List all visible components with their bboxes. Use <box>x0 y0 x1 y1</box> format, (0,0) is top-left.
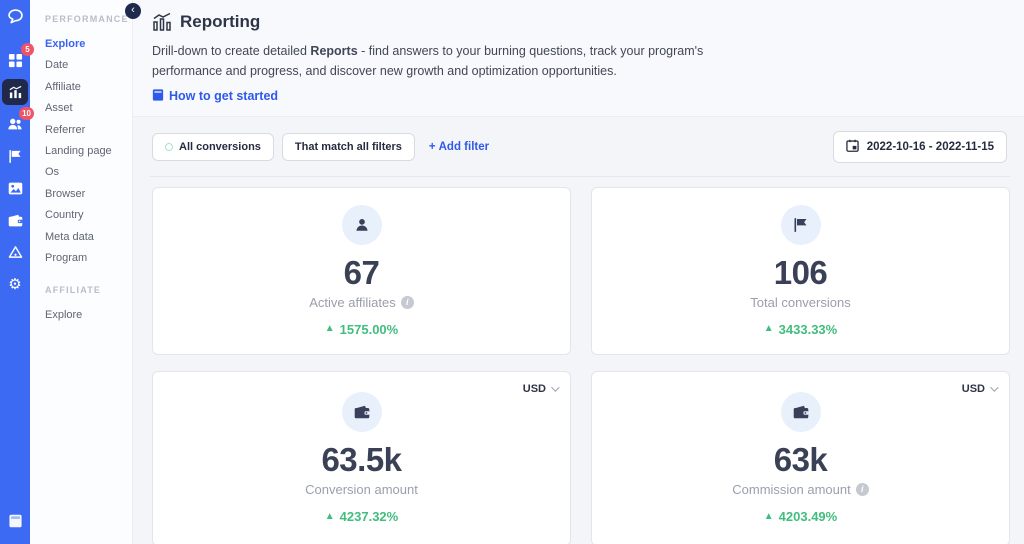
chevron-down-icon <box>990 383 998 391</box>
card-commission-amount: USD 63k Commission amount i ▲ 4203.49% <box>591 371 1010 544</box>
person-icon <box>342 205 382 245</box>
up-arrow-icon: ▲ <box>325 512 335 522</box>
sidebar-collapse-button[interactable]: ‹ <box>125 3 141 19</box>
icon-rail: 5 10 ⚙ <box>0 0 30 544</box>
stat-value: 63.5k <box>321 441 401 479</box>
chevron-down-icon <box>551 383 559 391</box>
wallet-card-icon <box>781 392 821 432</box>
image-icon[interactable] <box>2 175 28 201</box>
flag-icon[interactable] <box>2 143 28 169</box>
description-bold: Reports <box>310 44 357 58</box>
sidebar-item-explore[interactable]: Explore <box>45 34 124 55</box>
sidebar-item-affiliate-explore[interactable]: Explore <box>45 305 124 326</box>
stat-value: 67 <box>344 254 380 292</box>
page-header: Reporting Drill-down to create detailed … <box>133 0 1024 117</box>
book-blue-icon <box>152 89 164 104</box>
users-badge: 10 <box>19 107 34 120</box>
up-arrow-icon: ▲ <box>764 512 774 522</box>
wallet-card-icon <box>342 392 382 432</box>
sidebar-item-program[interactable]: Program <box>45 248 124 269</box>
stat-cards: 67 Active affiliates i ▲ 1575.00% 106 To… <box>133 177 1024 544</box>
sidebar-section-performance: PERFORMANCE <box>45 14 124 24</box>
stat-value: 63k <box>774 441 828 479</box>
info-icon[interactable]: i <box>401 296 414 309</box>
sidebar-item-os[interactable]: Os <box>45 162 124 183</box>
sidebar-item-country[interactable]: Country <box>45 205 124 226</box>
stat-value: 106 <box>774 254 828 292</box>
stat-change: ▲ 4237.32% <box>325 509 398 524</box>
calendar-icon <box>846 139 859 155</box>
stat-label: Commission amount i <box>732 482 869 497</box>
filter-bar: All conversions That match all filters +… <box>133 117 1024 176</box>
chevron-left-icon: ‹ <box>131 4 135 16</box>
stat-change: ▲ 1575.00% <box>325 322 398 337</box>
add-filter-link[interactable]: + Add filter <box>429 141 489 153</box>
currency-selector[interactable]: USD <box>962 383 996 395</box>
main-content: ‹ Reporting Drill-down to create detaile… <box>133 0 1024 544</box>
stat-label: Active affiliates i <box>309 295 413 310</box>
sidebar-item-asset[interactable]: Asset <box>45 98 124 119</box>
sidebar-item-landing-page[interactable]: Landing page <box>45 141 124 162</box>
reporting-icon <box>152 12 172 32</box>
sidebar-item-date[interactable]: Date <box>45 55 124 76</box>
page-title: Reporting <box>180 12 260 32</box>
book-icon[interactable] <box>2 508 28 534</box>
card-total-conversions: 106 Total conversions ▲ 3433.33% <box>591 187 1010 355</box>
grid-badge: 5 <box>21 43 34 56</box>
app-logo-icon[interactable] <box>6 7 25 31</box>
flag-card-icon <box>781 205 821 245</box>
up-arrow-icon: ▲ <box>325 324 335 334</box>
sidebar-section-affiliate: AFFILIATE <box>45 285 124 295</box>
status-ring-icon <box>165 143 173 151</box>
stat-change: ▲ 3433.33% <box>764 322 837 337</box>
plus-icon: + <box>429 141 436 153</box>
wallet-icon[interactable] <box>2 207 28 233</box>
currency-selector[interactable]: USD <box>523 383 557 395</box>
bar-chart-icon[interactable] <box>2 79 28 105</box>
info-icon[interactable]: i <box>856 483 869 496</box>
card-active-affiliates: 67 Active affiliates i ▲ 1575.00% <box>152 187 571 355</box>
sidebar-item-meta-data[interactable]: Meta data <box>45 227 124 248</box>
stat-change: ▲ 4203.49% <box>764 509 837 524</box>
sidebar: PERFORMANCE Explore Date Affiliate Asset… <box>30 0 133 544</box>
all-conversions-button[interactable]: All conversions <box>152 133 274 161</box>
sidebar-item-affiliate[interactable]: Affiliate <box>45 77 124 98</box>
date-range-picker[interactable]: 2022-10-16 - 2022-11-15 <box>833 131 1007 163</box>
sidebar-item-referrer[interactable]: Referrer <box>45 120 124 141</box>
gear-icon[interactable]: ⚙ <box>2 271 28 297</box>
up-arrow-icon: ▲ <box>764 324 774 334</box>
stat-label: Total conversions <box>750 295 850 310</box>
page-description: Drill-down to create detailed Reports - … <box>152 41 707 82</box>
match-all-filters-button[interactable]: That match all filters <box>282 133 415 161</box>
grid-icon[interactable]: 5 <box>2 47 28 73</box>
card-conversion-amount: USD 63.5k Conversion amount ▲ 4237.32% <box>152 371 571 544</box>
sidebar-item-browser[interactable]: Browser <box>45 184 124 205</box>
triangle-icon[interactable] <box>2 239 28 265</box>
stat-label: Conversion amount <box>305 482 418 497</box>
how-to-get-started-link[interactable]: How to get started <box>152 89 278 104</box>
users-icon[interactable]: 10 <box>2 111 28 137</box>
